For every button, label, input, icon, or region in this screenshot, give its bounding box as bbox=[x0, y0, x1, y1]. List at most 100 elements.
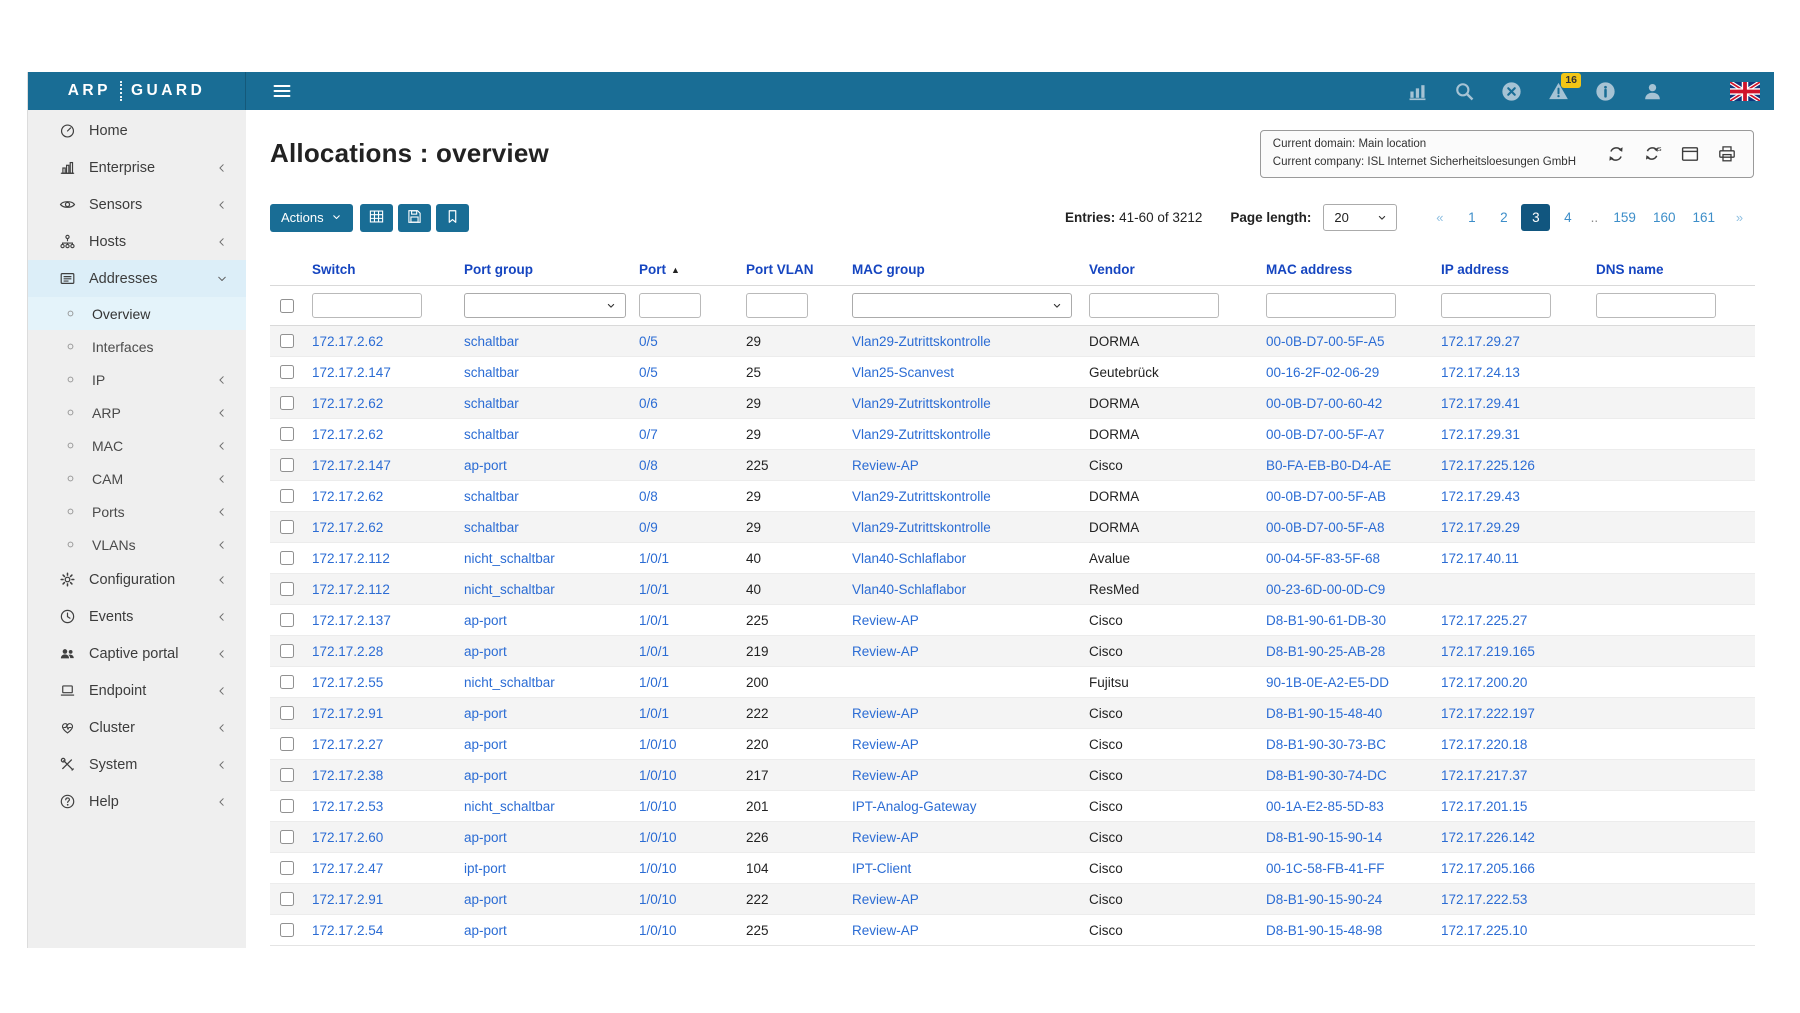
mac-address-link[interactable]: 00-0B-D7-00-5F-A7 bbox=[1266, 427, 1385, 442]
mac-address-link[interactable]: D8-B1-90-15-48-40 bbox=[1266, 706, 1382, 721]
row-checkbox[interactable] bbox=[280, 830, 294, 844]
row-checkbox[interactable] bbox=[280, 737, 294, 751]
row-checkbox[interactable] bbox=[280, 334, 294, 348]
ip-address-link[interactable]: 172.17.225.10 bbox=[1441, 923, 1527, 938]
switch-link[interactable]: 172.17.2.47 bbox=[312, 861, 383, 876]
mac-group-link[interactable]: Vlan29-Zutrittskontrolle bbox=[852, 489, 991, 504]
row-checkbox[interactable] bbox=[280, 520, 294, 534]
sidebar-item-enterprise[interactable]: Enterprise bbox=[28, 149, 246, 186]
print-button[interactable] bbox=[1717, 144, 1737, 164]
port-group-link[interactable]: ap-port bbox=[464, 737, 507, 752]
switch-link[interactable]: 172.17.2.62 bbox=[312, 396, 383, 411]
mac-group-link[interactable]: Review-AP bbox=[852, 923, 919, 938]
switch-link[interactable]: 172.17.2.91 bbox=[312, 892, 383, 907]
sidebar-item-sensors[interactable]: Sensors bbox=[28, 186, 246, 223]
mac-address-link[interactable]: D8-B1-90-25-AB-28 bbox=[1266, 644, 1385, 659]
port-group-link[interactable]: ap-port bbox=[464, 644, 507, 659]
filter-vendor-input[interactable] bbox=[1089, 293, 1219, 318]
mac-address-link[interactable]: 00-0B-D7-00-5F-AB bbox=[1266, 489, 1386, 504]
sidebar-item-arp[interactable]: ARP bbox=[28, 396, 246, 429]
select-all-checkbox[interactable] bbox=[280, 299, 294, 313]
ip-address-link[interactable]: 172.17.205.166 bbox=[1441, 861, 1535, 876]
switch-link[interactable]: 172.17.2.62 bbox=[312, 520, 383, 535]
port-group-link[interactable]: schaltbar bbox=[464, 396, 519, 411]
port-group-link[interactable]: schaltbar bbox=[464, 489, 519, 504]
column-header-vendor[interactable]: Vendor▲ bbox=[1083, 254, 1260, 286]
port-link[interactable]: 1/0/1 bbox=[639, 644, 669, 659]
sidebar-item-help[interactable]: Help bbox=[28, 783, 246, 820]
ip-address-link[interactable]: 172.17.29.27 bbox=[1441, 334, 1520, 349]
row-checkbox[interactable] bbox=[280, 768, 294, 782]
ip-address-link[interactable]: 172.17.29.31 bbox=[1441, 427, 1520, 442]
mac-group-link[interactable]: Review-AP bbox=[852, 644, 919, 659]
row-checkbox[interactable] bbox=[280, 644, 294, 658]
mac-group-link[interactable]: IPT-Client bbox=[852, 861, 911, 876]
sidebar-item-addresses[interactable]: Addresses bbox=[28, 260, 246, 297]
alarms-button[interactable]: 16 bbox=[1548, 80, 1570, 102]
port-link[interactable]: 1/0/10 bbox=[639, 923, 677, 938]
switch-link[interactable]: 172.17.2.55 bbox=[312, 675, 383, 690]
mac-group-link[interactable]: Review-AP bbox=[852, 830, 919, 845]
port-link[interactable]: 1/0/10 bbox=[639, 768, 677, 783]
switch-link[interactable]: 172.17.2.147 bbox=[312, 365, 391, 380]
port-group-link[interactable]: schaltbar bbox=[464, 365, 519, 380]
mac-address-link[interactable]: 00-04-5F-83-5F-68 bbox=[1266, 551, 1380, 566]
port-link[interactable]: 0/9 bbox=[639, 520, 658, 535]
mac-address-link[interactable]: 00-0B-D7-00-5F-A8 bbox=[1266, 520, 1385, 535]
port-link[interactable]: 1/0/10 bbox=[639, 737, 677, 752]
enterprise-stats-button[interactable] bbox=[1407, 80, 1429, 102]
ip-address-link[interactable]: 172.17.201.15 bbox=[1441, 799, 1527, 814]
row-checkbox[interactable] bbox=[280, 861, 294, 875]
mac-group-link[interactable]: Review-AP bbox=[852, 737, 919, 752]
ip-address-link[interactable]: 172.17.225.27 bbox=[1441, 613, 1527, 628]
port-link[interactable]: 1/0/1 bbox=[639, 613, 669, 628]
mac-address-link[interactable]: D8-B1-90-30-73-BC bbox=[1266, 737, 1386, 752]
ip-address-link[interactable]: 172.17.29.43 bbox=[1441, 489, 1520, 504]
row-checkbox[interactable] bbox=[280, 427, 294, 441]
port-group-link[interactable]: ap-port bbox=[464, 458, 507, 473]
row-checkbox[interactable] bbox=[280, 706, 294, 720]
page-3-button[interactable]: 3 bbox=[1521, 204, 1550, 231]
auto-refresh-button[interactable]: s bbox=[1643, 144, 1663, 164]
port-group-link[interactable]: ap-port bbox=[464, 830, 507, 845]
port-group-link[interactable]: schaltbar bbox=[464, 520, 519, 535]
mac-group-link[interactable]: Vlan29-Zutrittskontrolle bbox=[852, 427, 991, 442]
ip-address-link[interactable]: 172.17.200.20 bbox=[1441, 675, 1527, 690]
filter-port-group-select[interactable] bbox=[464, 293, 626, 318]
column-header-switch[interactable]: Switch▲ bbox=[306, 254, 458, 286]
port-link[interactable]: 0/8 bbox=[639, 458, 658, 473]
filter-mac-address-input[interactable] bbox=[1266, 293, 1396, 318]
switch-link[interactable]: 172.17.2.62 bbox=[312, 334, 383, 349]
column-header-port-group[interactable]: Port group▲ bbox=[458, 254, 633, 286]
refresh-button[interactable] bbox=[1606, 144, 1626, 164]
ip-address-link[interactable]: 172.17.220.18 bbox=[1441, 737, 1527, 752]
sidebar-item-configuration[interactable]: Configuration bbox=[28, 561, 246, 598]
row-checkbox[interactable] bbox=[280, 923, 294, 937]
port-link[interactable]: 0/6 bbox=[639, 396, 658, 411]
mac-address-link[interactable]: D8-B1-90-30-74-DC bbox=[1266, 768, 1387, 783]
mac-group-link[interactable]: Vlan29-Zutrittskontrolle bbox=[852, 334, 991, 349]
dismiss-alarms-button[interactable] bbox=[1501, 80, 1523, 102]
filter-switch-input[interactable] bbox=[312, 293, 422, 318]
mac-address-link[interactable]: 00-0B-D7-00-60-42 bbox=[1266, 396, 1382, 411]
ip-address-link[interactable]: 172.17.40.11 bbox=[1441, 551, 1519, 566]
page-161-button[interactable]: 161 bbox=[1685, 204, 1722, 231]
switch-link[interactable]: 172.17.2.62 bbox=[312, 489, 383, 504]
switch-link[interactable]: 172.17.2.38 bbox=[312, 768, 383, 783]
port-link[interactable]: 0/5 bbox=[639, 334, 658, 349]
column-header-mac-address[interactable]: MAC address▲ bbox=[1260, 254, 1435, 286]
ip-address-link[interactable]: 172.17.219.165 bbox=[1441, 644, 1535, 659]
switch-link[interactable]: 172.17.2.53 bbox=[312, 799, 383, 814]
port-group-link[interactable]: schaltbar bbox=[464, 427, 519, 442]
row-checkbox[interactable] bbox=[280, 458, 294, 472]
user-menu-button[interactable] bbox=[1642, 80, 1664, 102]
port-link[interactable]: 1/0/10 bbox=[639, 861, 677, 876]
actions-button[interactable]: Actions bbox=[270, 204, 353, 232]
port-link[interactable]: 0/7 bbox=[639, 427, 658, 442]
port-group-link[interactable]: nicht_schaltbar bbox=[464, 551, 555, 566]
mac-address-link[interactable]: 00-1A-E2-85-5D-83 bbox=[1266, 799, 1384, 814]
sidebar-item-ip[interactable]: IP bbox=[28, 363, 246, 396]
language-select-button[interactable] bbox=[1730, 82, 1760, 101]
mac-group-link[interactable]: Vlan29-Zutrittskontrolle bbox=[852, 396, 991, 411]
switch-link[interactable]: 172.17.2.27 bbox=[312, 737, 383, 752]
